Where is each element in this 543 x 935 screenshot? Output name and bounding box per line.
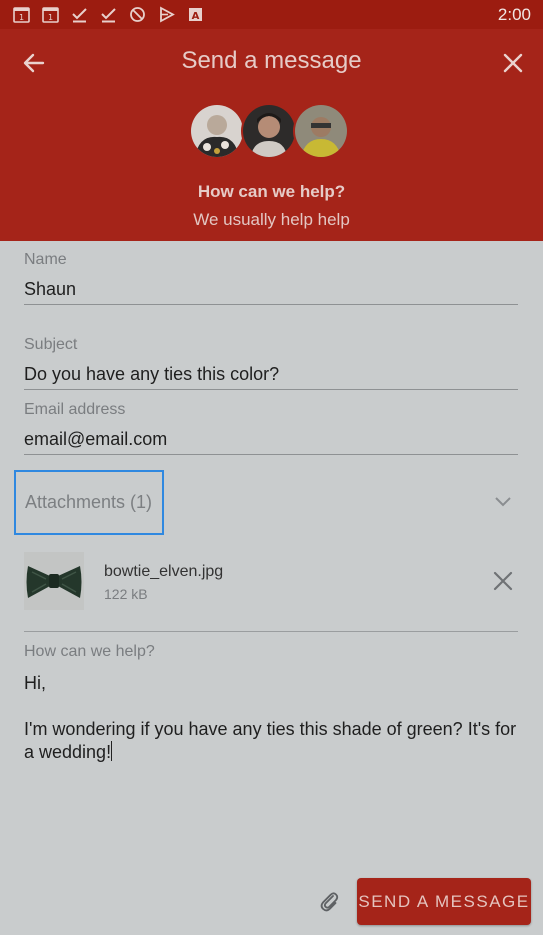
status-bar: 1 1 A 2:00: [0, 0, 543, 29]
name-underline: [24, 304, 518, 305]
close-button[interactable]: [493, 43, 533, 83]
help-title: How can we help?: [197, 182, 346, 201]
header: Send a message How can we help? We usual…: [0, 29, 543, 241]
subject-input[interactable]: Do you have any ties this color?: [24, 364, 518, 385]
attachment-filename: bowtie_elven.jpg: [104, 563, 224, 580]
svg-text:1: 1: [48, 13, 53, 22]
subject-field[interactable]: Subject Do you have any ties this color?: [24, 336, 518, 390]
remove-attachment-button[interactable]: [490, 568, 516, 594]
message-textarea[interactable]: Hi, I'm wondering if you have any ties t…: [24, 672, 518, 764]
email-label: Email address: [24, 401, 126, 418]
subject-label: Subject: [24, 336, 78, 353]
email-input[interactable]: email@email.com: [24, 429, 518, 450]
close-icon: [503, 53, 523, 73]
avatar: [241, 103, 297, 159]
attachment-item: bowtie_elven.jpg 122 kB: [24, 552, 518, 612]
rotate-icon: [128, 5, 147, 24]
message-label: How can we help?: [24, 643, 155, 660]
email-field[interactable]: Email address email@email.com: [24, 401, 518, 455]
chevron-down-icon[interactable]: [493, 495, 513, 509]
message-text: Hi, I'm wondering if you have any ties t…: [24, 673, 517, 762]
name-label: Name: [24, 251, 67, 268]
clock: 2:00: [497, 4, 531, 24]
name-field[interactable]: Name Shaun: [24, 251, 518, 305]
notification-icons: 1 1 A: [12, 5, 205, 24]
svg-text:A: A: [192, 11, 200, 22]
attach-file-button[interactable]: [316, 888, 342, 914]
text-cursor: [111, 741, 113, 761]
attachments-toggle[interactable]: Attachments (1): [14, 470, 164, 535]
divider: [24, 631, 518, 632]
attachment-filesize: 122 kB: [104, 586, 148, 602]
calendar-icon: 1: [12, 5, 31, 24]
page-title: Send a message: [181, 47, 362, 74]
attachments-label: Attachments (1): [25, 492, 153, 512]
a-icon: A: [186, 5, 205, 24]
check-icon: [99, 5, 118, 24]
avatar: [189, 103, 245, 159]
name-input[interactable]: Shaun: [24, 279, 518, 300]
help-subtitle: We usually help help: [193, 210, 350, 229]
attachment-thumbnail: [24, 552, 84, 610]
calendar-icon: 1: [41, 5, 60, 24]
check-icon: [70, 5, 89, 24]
email-underline: [24, 454, 518, 455]
close-icon: [493, 571, 513, 591]
subject-underline: [24, 389, 518, 390]
send-message-button[interactable]: SEND A MESSAGE: [357, 878, 531, 925]
svg-text:1: 1: [19, 13, 24, 22]
play-icon: [157, 5, 176, 24]
paperclip-icon: [320, 892, 339, 912]
avatar: [293, 103, 349, 159]
team-avatars: [189, 103, 349, 159]
